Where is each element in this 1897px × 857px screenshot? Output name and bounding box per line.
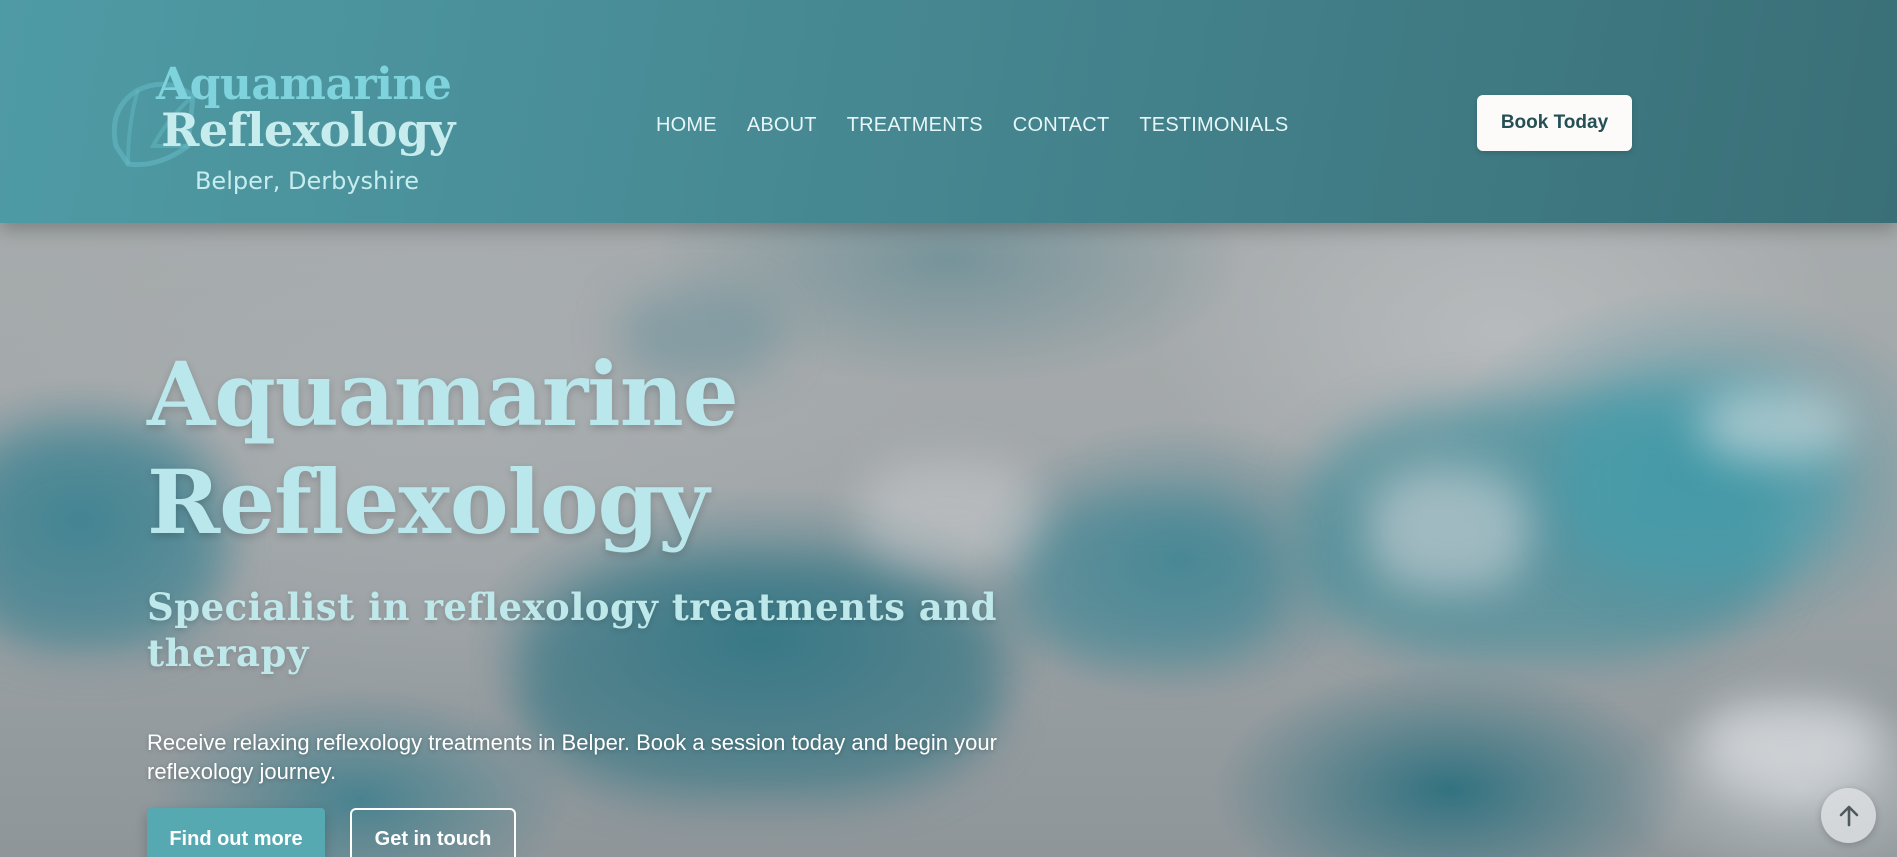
find-out-more-button[interactable]: Find out more [147,808,325,857]
scroll-to-top-button[interactable] [1821,788,1876,843]
nav-item-contact[interactable]: CONTACT [1013,110,1110,140]
main-nav: HOME ABOUT TREATMENTS CONTACT TESTIMONIA… [656,110,1288,140]
hero-content: Aquamarine Reflexology Specialist in ref… [147,340,1147,857]
hero-subtitle: Specialist in reflexology treatments and… [147,585,998,675]
nav-item-about[interactable]: ABOUT [747,110,817,140]
hero-title-line2: Reflexology [147,450,709,554]
hero-description: Receive relaxing reflexology treatments … [147,730,997,784]
hero-buttons: Find out more Get in touch [147,808,1147,857]
logo-tagline: Belper, Derbyshire [194,167,420,195]
arrow-up-icon [1839,805,1858,826]
nav-item-testimonials[interactable]: TESTIMONIALS [1139,110,1288,140]
logo-name-line2: Reflexology [161,103,455,157]
site-logo[interactable]: Aquamarine Reflexology Belper, Derbyshir… [98,60,455,200]
book-today-button[interactable]: Book Today [1477,95,1632,151]
nav-item-treatments[interactable]: TREATMENTS [847,110,983,140]
hero-title-line1: Aquamarine [147,342,739,446]
hero-title: Aquamarine Reflexology [147,340,1147,556]
site-header: Aquamarine Reflexology Belper, Derbyshir… [0,0,1897,223]
get-in-touch-button[interactable]: Get in touch [350,808,516,857]
nav-item-home[interactable]: HOME [656,110,717,140]
